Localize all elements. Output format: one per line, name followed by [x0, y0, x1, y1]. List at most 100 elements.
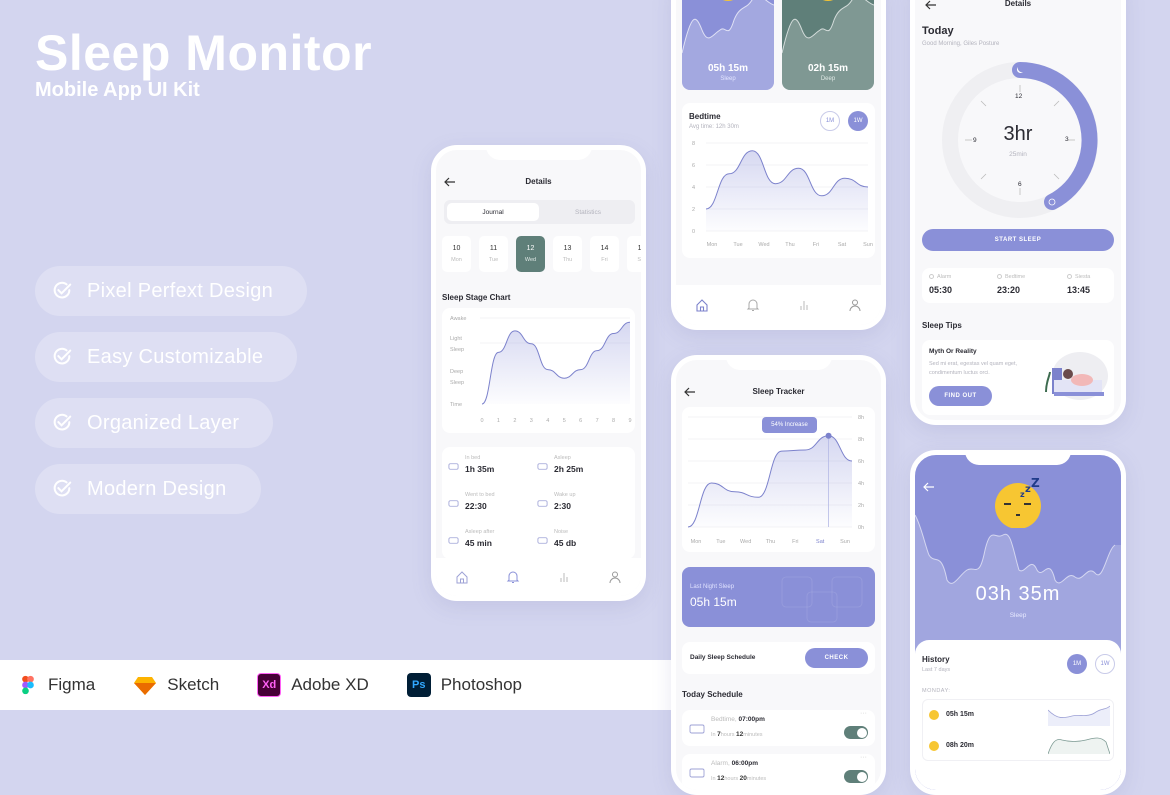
day-chip[interactable]: 14 Fri	[590, 236, 619, 272]
bell-icon[interactable]	[746, 298, 760, 312]
sleep-duration: 03h 35m	[975, 583, 1061, 605]
y-axis-label: Sleep	[450, 380, 464, 386]
stats-icon[interactable]	[797, 298, 811, 312]
tab-switcher: Journal Statistics	[444, 200, 635, 224]
x-tick-label: Sat	[816, 539, 825, 545]
greeting: Good Morning, Giles Posture	[922, 41, 1000, 47]
time-value: 13:45	[1067, 285, 1091, 295]
alarm-clock-icon	[929, 274, 934, 279]
history-entry-value: 08h 20m	[946, 742, 975, 749]
stats-icon[interactable]	[557, 570, 571, 584]
more-icon[interactable]: ···	[860, 710, 867, 717]
stat-value: 2h 25m	[554, 464, 584, 474]
deep-card[interactable]: 02h 15m Deep	[782, 0, 874, 90]
y-tick-label: 8h	[858, 415, 864, 421]
day-name: Fri	[601, 257, 608, 263]
alarm-handle-icon[interactable]	[1045, 195, 1059, 209]
countdown-in: In	[711, 732, 716, 738]
y-tick-label: 6h	[858, 459, 864, 465]
home-icon[interactable]	[695, 298, 709, 312]
tool-adobe-xd: Xd Adobe XD	[257, 673, 369, 697]
last-night-card[interactable]: Last Night Sleep 05h 15m	[682, 567, 875, 627]
stat-value: 45 db	[554, 538, 577, 548]
photoshop-icon: Ps	[406, 673, 431, 697]
day-chip[interactable]: 10 Mon	[442, 236, 471, 272]
x-tick-label: Wed	[740, 539, 751, 545]
feature-pill: Organized Layer	[35, 398, 274, 448]
schedule-title: Bedtime, 07:00pm	[711, 716, 765, 723]
history-sparkline	[1048, 737, 1110, 755]
stat-label: Noise	[554, 529, 569, 535]
day-chip[interactable]: 12 Wed	[516, 236, 545, 272]
x-tick-label: 9	[628, 418, 631, 424]
x-tick-label: 3	[530, 418, 533, 424]
schedule-title: Alarm, 06:00pm	[711, 760, 758, 767]
x-tick-label: Thu	[785, 242, 794, 248]
tip-text: Sed mi erat, egestas vel quam eget, cond…	[929, 361, 1018, 376]
bell-icon[interactable]	[506, 570, 520, 584]
adobe-xd-icon: Xd	[257, 673, 282, 697]
schedule-countdown: In 12hours 20minutes	[711, 775, 766, 782]
y-axis-label: Awake	[450, 316, 466, 322]
daily-schedule-card: Daily Sleep Schedule CHECK	[682, 642, 875, 674]
moon-handle-icon[interactable]	[1013, 63, 1027, 77]
range-1m-button[interactable]: 1M	[820, 111, 840, 131]
times-card: Alarm 05:30 Bedtime 23:20 Siesta 13:45	[922, 268, 1114, 303]
clock-value: 3hr	[1003, 123, 1033, 145]
sleepy-face-icon	[929, 710, 939, 720]
day-chip[interactable]: 11 Tue	[479, 236, 508, 272]
day-name: Sat	[637, 257, 646, 263]
history-panel: History Last 7 days 1M 1W MONDAY: 05h 15…	[915, 640, 1121, 790]
phone-summary: 05h 15m Sleep 02h 15m Deep Bedtime Avg t…	[671, 0, 886, 330]
x-tick-label: 8	[612, 418, 615, 424]
check-button[interactable]: CHECK	[805, 648, 868, 668]
stat-label: In bed	[465, 455, 481, 461]
grid-pattern	[781, 576, 863, 623]
range-1w-button[interactable]: 1W	[1095, 654, 1115, 674]
sleep-label: Sleep	[720, 76, 736, 82]
feature-label: Pixel Perfext Design	[87, 279, 274, 302]
stat-value: 1h 35m	[465, 464, 495, 474]
countdown-minutes-unit: minutes	[743, 732, 763, 738]
clock-sub: 25min	[1009, 151, 1027, 158]
schedule-toggle[interactable]	[844, 726, 868, 739]
bed-icon	[689, 724, 705, 734]
countdown-in: In	[711, 776, 716, 782]
range-1w-button[interactable]: 1W	[848, 111, 868, 131]
day-chip[interactable]: 13 Thu	[553, 236, 582, 272]
schedule-time: 06:00pm	[731, 760, 758, 767]
highlight-point[interactable]	[825, 432, 832, 439]
sleep-card[interactable]: 05h 15m Sleep	[682, 0, 774, 90]
check-circle-icon	[53, 413, 72, 431]
x-tick-label: Fri	[813, 242, 819, 248]
stats-card: In bed 1h 35m Asleep 2h 25m Went to bed 22:30…	[442, 447, 635, 559]
tool-label: Sketch	[167, 675, 220, 694]
profile-icon[interactable]	[608, 570, 622, 584]
clock-label-6: 6	[1018, 181, 1022, 188]
schedule-item: Alarm, 06:00pm In 12hours 20minutes ···	[682, 754, 875, 790]
back-arrow-icon[interactable]	[923, 481, 935, 493]
start-sleep-button[interactable]: START SLEEP	[922, 229, 1114, 251]
tab-statistics[interactable]: Statistics	[544, 203, 632, 221]
more-icon[interactable]: ···	[860, 754, 867, 761]
y-axis-label: Sleep	[450, 347, 464, 353]
x-tick-label: Mon	[707, 242, 718, 248]
stat-label: Asleep after	[465, 529, 495, 535]
history-list: 05h 15m 08h 20m	[922, 699, 1114, 761]
countdown-hours-unit: hours	[724, 776, 739, 782]
phone-tracker: Sleep Tracker 0h 2h 4h 6h 8h 8h Mon Tue Wed Thu Fr…	[671, 355, 886, 795]
range-1m-button[interactable]: 1M	[1067, 654, 1087, 674]
chart-area	[706, 150, 868, 231]
day-chip[interactable]: 15 Sat	[627, 236, 646, 272]
tool-label: Photoshop	[440, 675, 523, 694]
schedule-toggle[interactable]	[844, 770, 868, 783]
bedtime-subtitle: Avg time: 12h 30m	[689, 124, 739, 130]
tab-journal[interactable]: Journal	[447, 203, 539, 221]
profile-icon[interactable]	[848, 298, 862, 312]
stat-label: Wake up	[554, 492, 576, 498]
section-title: Sleep Stage Chart	[442, 293, 511, 302]
home-icon[interactable]	[455, 570, 469, 584]
deep-label: Deep	[820, 76, 836, 82]
x-tick-label: Tue	[716, 539, 725, 545]
find-out-button[interactable]: FIND OUT	[929, 386, 992, 406]
